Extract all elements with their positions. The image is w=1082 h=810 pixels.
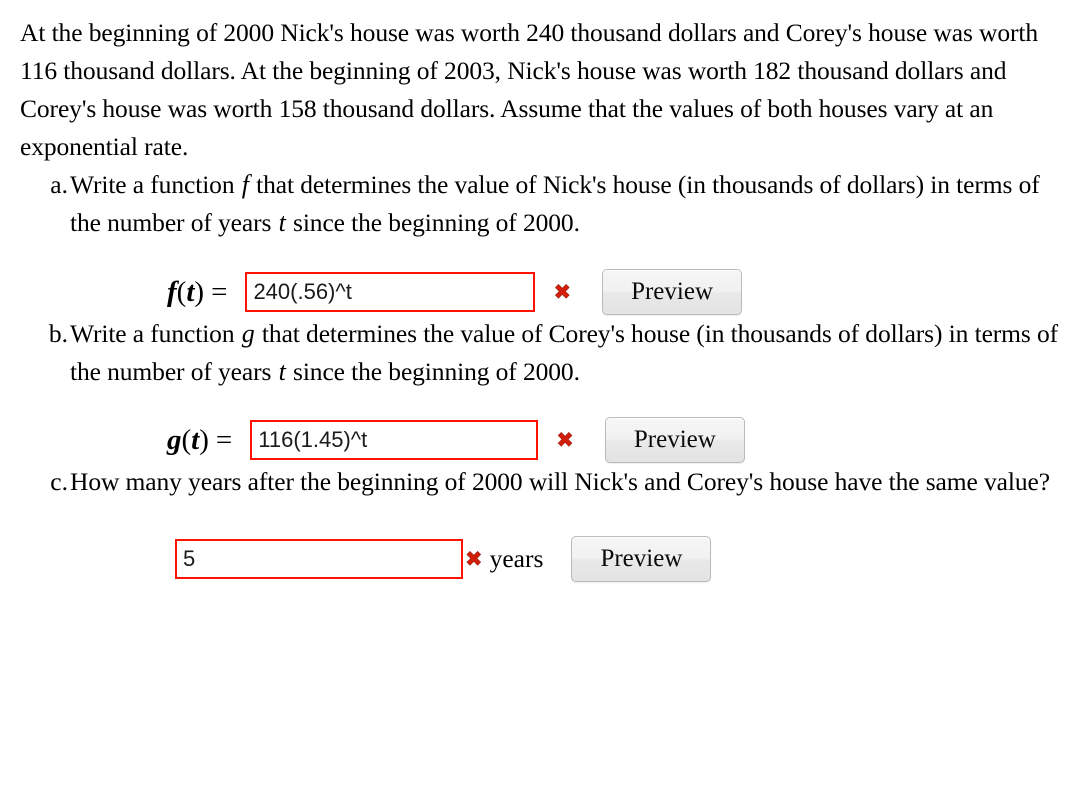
part-a-prompt: Write a function f that determines the v… [70, 166, 1065, 242]
part-c: c. How many years after the beginning of… [20, 463, 1064, 582]
part-b-prompt-lead: Write a function [70, 319, 241, 348]
part-a-math-fn: f [167, 275, 177, 308]
part-c-prompt: How many years after the beginning of 20… [70, 467, 1050, 496]
part-b-function-variable: g [241, 319, 255, 348]
part-a-function-variable: f [241, 170, 249, 199]
part-c-answer-row: ✖ years Preview [70, 536, 1064, 582]
part-b-math-label: g(t) = [167, 423, 238, 456]
part-c-preview-button[interactable]: Preview [571, 536, 712, 582]
part-c-marker: c. [50, 467, 68, 496]
part-b-prompt-tail: since the beginning of 2000. [286, 357, 580, 386]
part-a-math-close-paren: ) [194, 275, 205, 308]
part-a-prompt-tail: since the beginning of 2000. [286, 208, 580, 237]
part-a-marker: a. [50, 170, 68, 199]
part-b: b. Write a function g that determines th… [20, 315, 1064, 463]
part-a-prompt-lead: Write a function [70, 170, 241, 199]
part-b-prompt: Write a function g that determines the v… [70, 315, 1065, 391]
part-b-math-fn: g [167, 423, 182, 456]
part-a-answer-input[interactable] [245, 272, 536, 312]
part-a-preview-button[interactable]: Preview [602, 269, 743, 315]
part-b-time-variable: t [278, 357, 286, 386]
part-c-answer-input[interactable] [175, 539, 463, 579]
part-c-unit-label: years [489, 544, 544, 574]
incorrect-x-icon: ✖ [553, 279, 572, 304]
problem-parts-list: a. Write a function f that determines th… [20, 166, 1064, 582]
part-a-math-label: f(t) = [167, 275, 233, 308]
part-b-marker: b. [48, 319, 68, 348]
part-b-preview-button[interactable]: Preview [604, 417, 745, 463]
part-b-answer-row: g(t)= ✖ Preview [70, 417, 1064, 463]
problem-page: At the beginning of 2000 Nick's house wa… [0, 0, 1082, 810]
part-b-math-equals: = [215, 423, 233, 456]
part-b-math-close-paren: ) [199, 423, 209, 456]
part-a-answer-row: f(t)= ✖ Preview [70, 269, 1064, 315]
part-b-answer-input[interactable] [250, 420, 539, 460]
part-a-math-equals: = [211, 275, 228, 308]
part-a-math-open-paren: ( [176, 275, 187, 308]
part-b-math-open-paren: ( [181, 423, 192, 456]
problem-statement: At the beginning of 2000 Nick's house wa… [20, 18, 1039, 161]
incorrect-x-icon: ✖ [556, 427, 574, 452]
part-a-time-variable: t [278, 208, 286, 237]
part-a: a. Write a function f that determines th… [20, 166, 1064, 315]
incorrect-x-icon: ✖ [465, 546, 483, 571]
